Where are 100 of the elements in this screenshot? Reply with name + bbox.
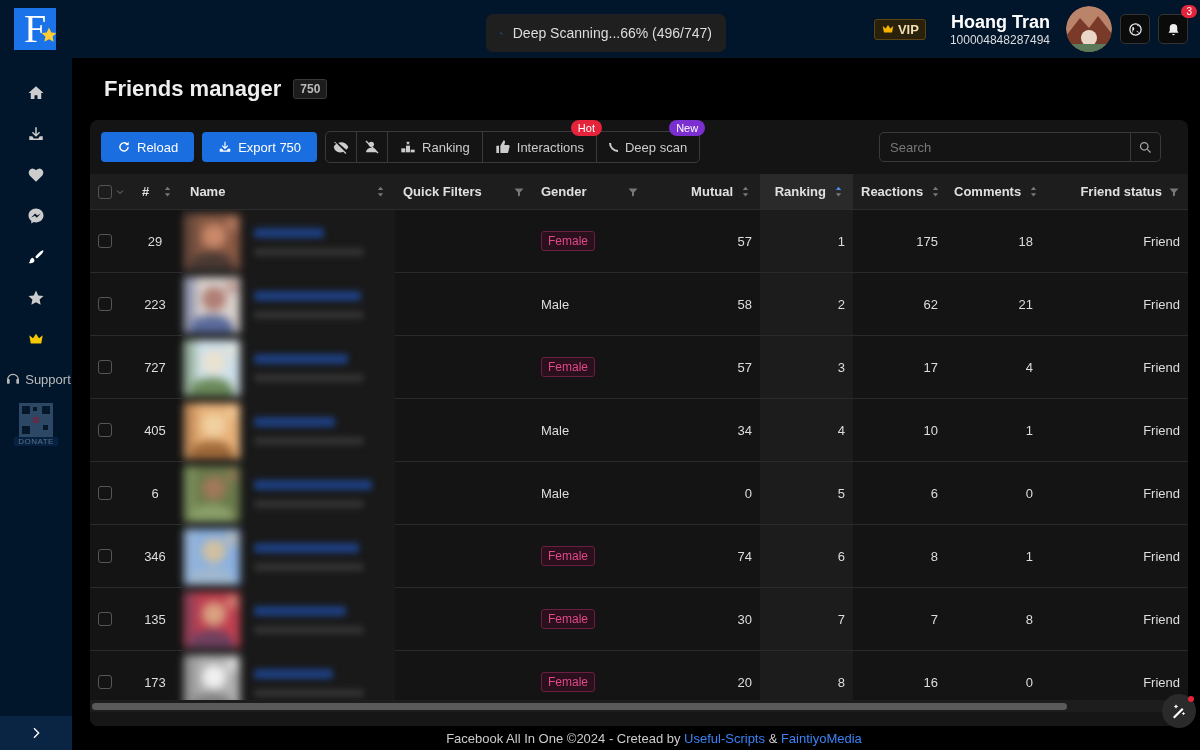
table-cell: 18 — [1018, 233, 1033, 249]
gender-tag: Female — [541, 672, 595, 692]
column-header[interactable]: Quick Filters — [395, 174, 533, 210]
table-cell: Male — [541, 422, 570, 438]
row-checkbox[interactable] — [98, 486, 112, 500]
search-icon — [1138, 139, 1153, 155]
headset-icon — [5, 371, 22, 387]
table-cell: Friend — [1143, 674, 1180, 690]
table-cell: 8 — [1025, 611, 1033, 627]
row-checkbox[interactable] — [98, 360, 112, 374]
table-cell: 29 — [147, 233, 163, 249]
table-cell: 0 — [1025, 485, 1033, 501]
magic-wand-button[interactable] — [1162, 694, 1196, 728]
table-cell: Friend — [1143, 548, 1180, 564]
user-off-icon — [364, 139, 381, 155]
table-cell: 1 — [1025, 422, 1033, 438]
table-cell: 5 — [837, 485, 845, 501]
reload-icon — [117, 140, 131, 154]
table-cell: 346 — [144, 548, 166, 564]
table-cell: Friend — [1143, 233, 1180, 249]
search-button[interactable] — [1131, 132, 1161, 162]
column-header[interactable]: Ranking — [760, 174, 853, 210]
table-cell: 6 — [151, 485, 159, 501]
column-header[interactable]: Mutual — [647, 174, 760, 210]
support-link[interactable]: Support — [25, 371, 71, 387]
table-cell: 10 — [923, 422, 938, 438]
table-cell: 2 — [837, 296, 845, 312]
table-cell: 7 — [930, 611, 938, 627]
table-cell: 1 — [1025, 548, 1033, 564]
table-cell: Friend — [1143, 485, 1180, 501]
footer-link[interactable]: Useful-Scripts — [684, 730, 765, 746]
table-cell: 4 — [837, 422, 845, 438]
table-cell: 0 — [744, 485, 752, 501]
avatar-icon[interactable] — [1066, 6, 1112, 52]
column-header[interactable]: Friend status — [1041, 174, 1188, 210]
table-cell: 57 — [737, 233, 752, 249]
table-cell: 58 — [737, 296, 752, 312]
user-id: 100004848287494 — [949, 32, 1050, 47]
table-cell: 57 — [737, 359, 752, 375]
globe-button[interactable] — [1120, 14, 1150, 44]
table-cell: 17 — [923, 359, 938, 375]
row-checkbox[interactable] — [98, 549, 112, 563]
gender-tag: Female — [541, 609, 595, 629]
table-cell: 3 — [837, 359, 845, 375]
column-header[interactable]: # — [128, 174, 182, 210]
table-cell: 30 — [737, 611, 752, 627]
table-cell: 8 — [930, 548, 938, 564]
column-header[interactable]: Reactions — [853, 174, 946, 210]
table-cell: 173 — [144, 674, 166, 690]
table-cell: 135 — [144, 611, 166, 627]
table-cell: 4 — [1025, 359, 1033, 375]
download-icon — [218, 140, 233, 154]
friend-count-badge: 750 — [293, 79, 328, 99]
reload-button[interactable]: Reload — [101, 132, 195, 162]
row-checkbox[interactable] — [98, 675, 112, 689]
column-header[interactable]: Comments — [946, 174, 1041, 210]
table-cell: 16 — [923, 674, 938, 690]
table-cell: 1 — [837, 233, 845, 249]
table-cell: 7 — [837, 611, 845, 627]
footer-link[interactable]: FaintiyoMedia — [780, 730, 862, 746]
row-checkbox[interactable] — [98, 234, 112, 248]
app-logo[interactable]: F — [14, 8, 56, 50]
search-field[interactable]: Search — [879, 132, 1131, 162]
table-cell: 8 — [837, 674, 845, 690]
toolbar-tab[interactable]: Interactions — [482, 132, 596, 162]
table-cell: Friend — [1143, 359, 1180, 375]
row-checkbox[interactable] — [98, 423, 112, 437]
select-all-checkbox[interactable] — [98, 184, 112, 199]
table-cell: Male — [541, 485, 570, 501]
table-cell: 34 — [737, 422, 752, 438]
export-button[interactable]: Export 750 — [202, 132, 318, 162]
table-cell: Friend — [1143, 422, 1180, 438]
column-header[interactable]: Gender — [533, 174, 647, 210]
notification-count: 3 — [1181, 5, 1197, 18]
row-checkbox[interactable] — [98, 297, 112, 311]
table-cell: 175 — [916, 233, 938, 249]
table-cell: 6 — [930, 485, 938, 501]
table-cell: 62 — [923, 296, 938, 312]
table-cell: 405 — [144, 422, 166, 438]
brush-icon — [27, 247, 45, 266]
vip-label: VIP — [897, 21, 919, 37]
podium-icon — [400, 139, 417, 155]
table-cell: 74 — [737, 548, 752, 564]
row-checkbox[interactable] — [98, 612, 112, 626]
eye-off-icon — [333, 139, 350, 155]
page-title: Friends manager — [104, 76, 282, 102]
table-cell: Friend — [1143, 611, 1180, 627]
column-header[interactable]: Name — [182, 174, 395, 210]
toolbar-tab[interactable]: Ranking — [388, 132, 482, 162]
feature-badge: Hot — [570, 120, 602, 136]
user-name: Hoang Tran — [951, 11, 1050, 33]
thumbs-up-icon — [494, 139, 511, 155]
table-cell: Male — [541, 296, 570, 312]
messenger-icon — [27, 206, 45, 225]
table-cell: 6 — [837, 548, 845, 564]
gender-tag: Female — [541, 231, 595, 251]
table-cell: 21 — [1018, 296, 1033, 312]
notification-button[interactable] — [1158, 14, 1188, 44]
globe-icon — [1127, 21, 1143, 37]
scrollbar-thumb[interactable] — [92, 702, 1067, 710]
